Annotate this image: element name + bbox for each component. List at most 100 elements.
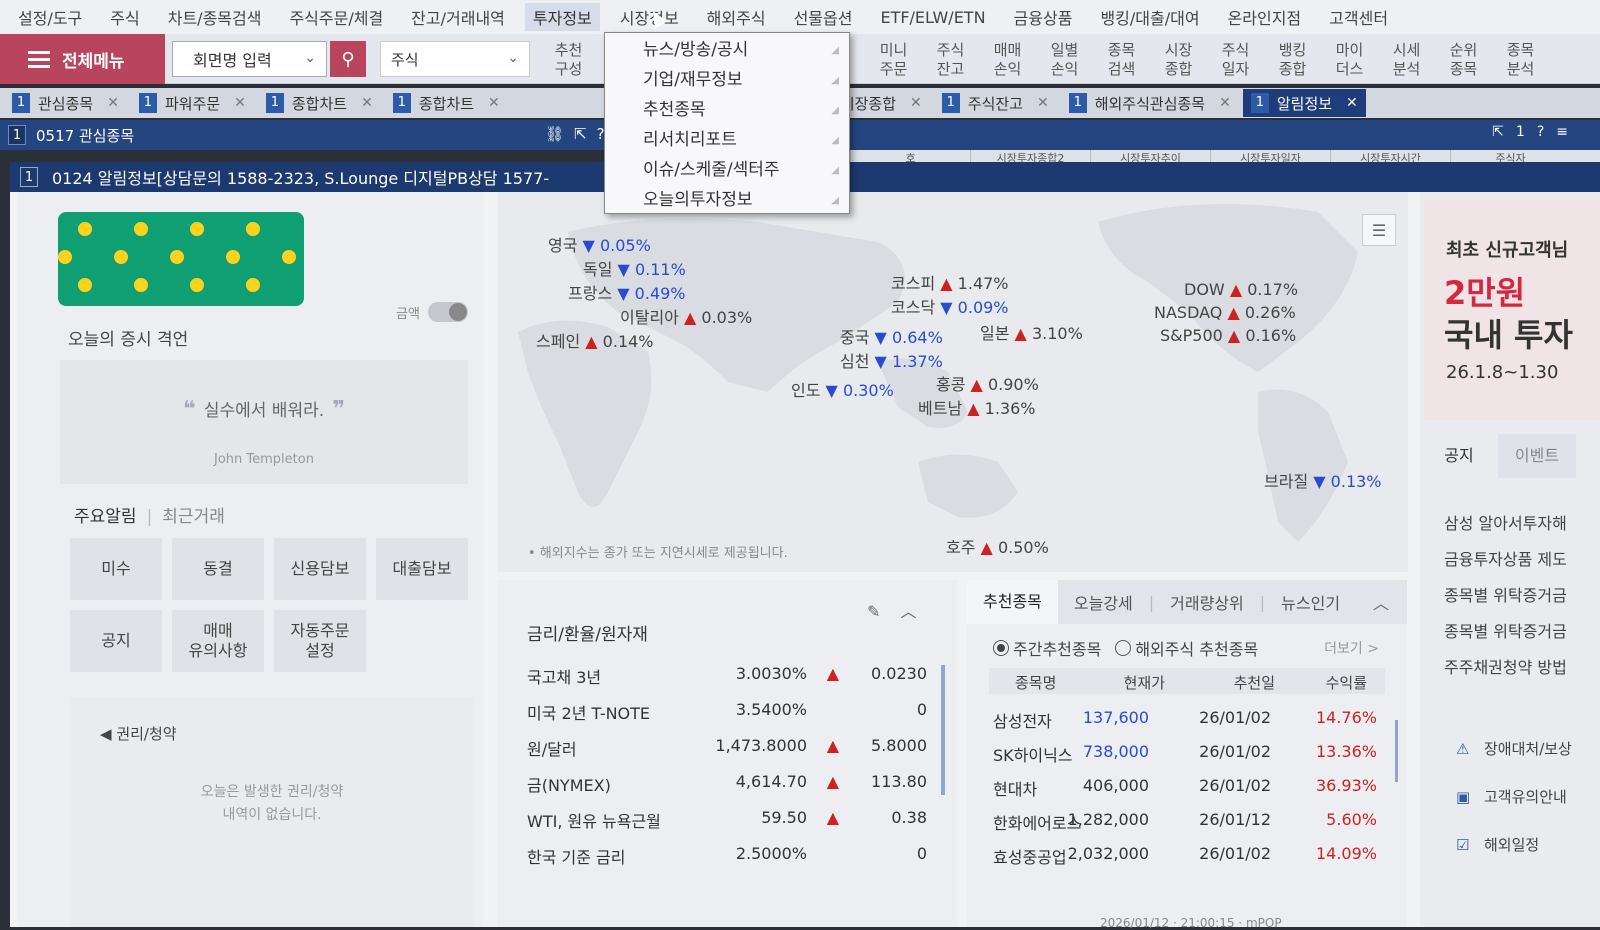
menu-customer-center[interactable]: 고객센터 <box>1329 5 1388 29</box>
menu-stock[interactable]: 주식 <box>110 5 139 29</box>
notice-item[interactable]: 종목별 위탁증거금 <box>1444 618 1600 642</box>
close-icon[interactable]: ✕ <box>1037 95 1049 111</box>
radio-weekly[interactable] <box>993 640 1009 656</box>
alert-button-unpaid[interactable]: 미수 <box>70 538 162 600</box>
menu-item-news[interactable]: 뉴스/방송/공시 ◢ <box>605 36 849 65</box>
tab-major-alerts[interactable]: 주요알림 <box>74 507 137 527</box>
quote-open-icon: ❝ <box>182 397 196 422</box>
quick-button[interactable]: 뱅킹 종합 <box>1264 38 1321 82</box>
link-overseas-schedule[interactable]: ☑ 해외일정 <box>1456 834 1539 855</box>
tab-recommended[interactable]: 추천종목 <box>967 580 1058 624</box>
amount-toggle[interactable]: 금액 <box>396 302 468 322</box>
quick-button[interactable]: 매매 손익 <box>979 38 1036 82</box>
menu-financial-products[interactable]: 금융상품 <box>1014 5 1073 29</box>
rights-empty-message: 오늘은 발생한 권리/청약 내역이 없습니다. <box>200 784 344 823</box>
tab-recent-trades[interactable]: 최근거래 <box>162 507 225 527</box>
quote-content: 실수에서 배워라. <box>203 401 325 421</box>
chevron-up-icon[interactable]: ︿ <box>1357 590 1407 614</box>
tab-stock-balance[interactable]: 1 주식잔고 ✕ <box>934 89 1057 117</box>
menu-item-company[interactable]: 기업/재무정보 ◢ <box>605 66 849 95</box>
alert-button-credit-collateral[interactable]: 신용담보 <box>274 538 366 600</box>
alert-button-frozen[interactable]: 동결 <box>172 538 264 600</box>
index-uk: 영국 ▼ 0.05% <box>548 232 651 256</box>
notice-item[interactable]: 삼성 알아서투자해 <box>1444 510 1600 534</box>
menu-etf[interactable]: ETF/ELW/ETN <box>880 8 985 27</box>
quick-button[interactable]: 주식 잔고 <box>922 38 979 82</box>
quick-button[interactable]: 일별 손익 <box>1036 38 1093 82</box>
notice-item[interactable]: 금융투자상품 제도 <box>1444 546 1600 570</box>
table-row[interactable]: SK하이닉스 738,000 26/01/02 13.36% <box>989 738 1385 770</box>
tab-event[interactable]: 이벤트 <box>1498 434 1576 478</box>
quick-button[interactable]: 종목 분석 <box>1492 38 1549 82</box>
tab-top-volume[interactable]: 거래량상위 <box>1154 590 1260 614</box>
table-row[interactable]: 효성중공업 2,032,000 26/01/02 14.09% <box>989 840 1385 872</box>
close-icon[interactable]: ✕ <box>1219 95 1231 111</box>
tab-chart[interactable]: 1 종합차트 ✕ <box>258 89 381 117</box>
tab-watchlist[interactable]: 1 관심종목 ✕ <box>4 89 127 117</box>
radio-weekly-label[interactable]: 주간추천종목 <box>1013 636 1101 660</box>
toggle-switch[interactable] <box>427 302 468 322</box>
chevron-down-icon[interactable]: ⌄ <box>304 50 316 66</box>
link-caution[interactable]: ▣ 고객유의안내 <box>1456 786 1567 807</box>
scrollbar[interactable] <box>1395 720 1398 782</box>
tab-overseas-watchlist[interactable]: 1 해외주식관심종목 ✕ <box>1061 89 1239 117</box>
menu-futures[interactable]: 선물옵션 <box>794 5 853 29</box>
menu-balance[interactable]: 잔고/거래내역 <box>411 5 505 29</box>
tab-chart-2[interactable]: 1 종합차트 ✕ <box>385 89 508 117</box>
quick-button[interactable]: 시세 분석 <box>1378 38 1435 82</box>
menu-overseas-stock[interactable]: 해외주식 <box>707 5 766 29</box>
notice-item[interactable]: 주주채권청약 방법 <box>1444 654 1600 678</box>
close-icon[interactable]: ✕ <box>488 95 500 111</box>
window-controls-icon[interactable]: ⇱1?≡ <box>1492 124 1580 140</box>
search-button[interactable]: ⚲ <box>330 41 366 77</box>
notice-item[interactable]: 종목별 위탁증거금 <box>1444 582 1600 606</box>
table-row[interactable]: 삼성전자 137,600 26/01/02 14.76% <box>989 704 1385 736</box>
menu-investment-info[interactable]: 투자정보 <box>524 3 600 31</box>
tab-news-popular[interactable]: 뉴스인기 <box>1265 590 1356 614</box>
quick-button[interactable]: 마이 더스 <box>1321 38 1378 82</box>
close-icon[interactable]: ✕ <box>910 95 922 111</box>
menu-item-research[interactable]: 리서치리포트 ◢ <box>605 126 849 155</box>
rate-change: 5.8000 <box>871 736 927 755</box>
alert-button-trade-caution[interactable]: 매매 유의사항 <box>172 610 264 672</box>
screen-name-input[interactable]: 회면명 입력 ⌄ <box>172 41 327 77</box>
alert-button-loan-collateral[interactable]: 대출담보 <box>376 538 468 600</box>
menu-order[interactable]: 주식주문/체결 <box>289 5 383 29</box>
quick-button[interactable]: 미니 주문 <box>865 38 922 82</box>
menu-banking[interactable]: 뱅킹/대출/대여 <box>1100 5 1199 29</box>
chevron-up-icon[interactable]: ︿ <box>900 602 936 621</box>
pencil-icon[interactable]: ✎ <box>867 602 900 621</box>
tab-power-order[interactable]: 1 파워주문 ✕ <box>131 89 254 117</box>
menu-online-branch[interactable]: 온라인지점 <box>1228 5 1302 29</box>
scrollbar[interactable] <box>941 665 945 795</box>
close-icon[interactable]: ✕ <box>234 95 246 111</box>
tab-alert-info[interactable]: 1 알림정보 ✕ <box>1242 89 1366 117</box>
tab-notice[interactable]: 공지 <box>1420 434 1498 478</box>
close-icon[interactable]: ✕ <box>107 95 119 111</box>
quick-button[interactable]: 순위 종목 <box>1435 38 1492 82</box>
alert-button-notice[interactable]: 공지 <box>70 610 162 672</box>
quick-button[interactable]: 종목 검색 <box>1093 38 1150 82</box>
link-outage[interactable]: ⚠ 장애대처/보상 <box>1456 738 1572 759</box>
list-view-button[interactable]: ☰ <box>1362 214 1396 246</box>
menu-chart-search[interactable]: 차트/종목검색 <box>168 5 262 29</box>
quick-button[interactable]: 주식 일자 <box>1207 38 1264 82</box>
menu-item-today[interactable]: 오늘의투자정보 ◢ <box>605 186 849 215</box>
tab-strong-today[interactable]: 오늘강세 <box>1058 590 1149 614</box>
all-menu-button[interactable]: 전체메뉴 <box>0 34 165 84</box>
alert-button-auto-order[interactable]: 자동주문 설정 <box>274 610 366 672</box>
menu-item-recommend[interactable]: 추천종목 ◢ <box>605 96 849 125</box>
radio-overseas[interactable] <box>1115 640 1132 656</box>
table-row[interactable]: 한화에어로스 1,282,000 26/01/12 5.60% <box>989 806 1385 838</box>
quick-button[interactable]: 추천 구성 <box>540 38 597 82</box>
quick-button[interactable]: 시장 종합 <box>1150 38 1207 82</box>
close-icon[interactable]: ✕ <box>1346 95 1358 111</box>
radio-overseas-label[interactable]: 해외주식 추천종목 <box>1135 636 1258 660</box>
promo-banner[interactable]: 최초 신규고객님 2만원 국내 투자 26.1.8~1.30 <box>1424 200 1600 420</box>
table-row[interactable]: 현대차 406,000 26/01/02 36.93% <box>989 772 1385 804</box>
menu-item-issue[interactable]: 이슈/스케줄/섹터주 ◢ <box>605 156 849 185</box>
menu-settings[interactable]: 설정/도구 <box>18 5 82 29</box>
market-select[interactable]: 주식 ⌄ <box>380 41 530 77</box>
more-link[interactable]: 더보기 > <box>1324 638 1379 658</box>
close-icon[interactable]: ✕ <box>361 95 373 111</box>
